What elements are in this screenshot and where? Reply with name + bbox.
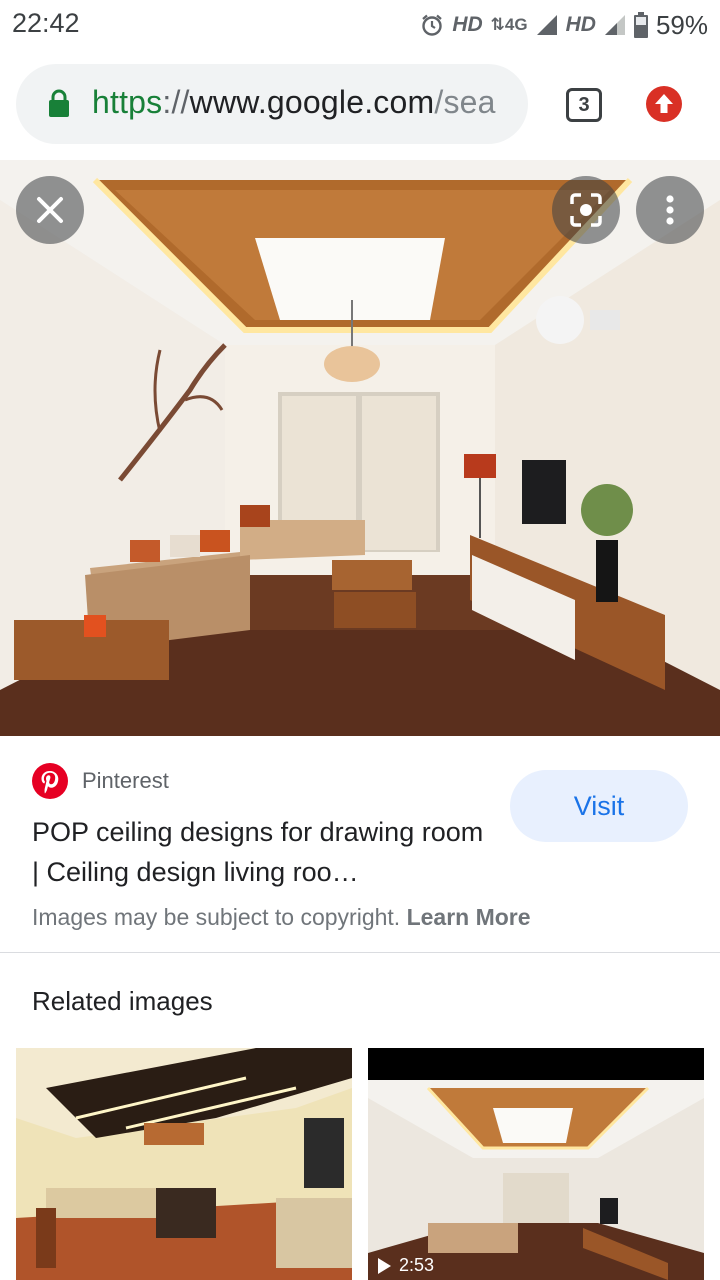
address-bar[interactable]: https://www.google.com/sea xyxy=(16,64,528,144)
preview-image[interactable] xyxy=(0,160,720,736)
signal-icon xyxy=(536,15,557,35)
related-image-1[interactable] xyxy=(16,1048,352,1280)
status-bar: 22:42 HD ⇅4G HD 59% xyxy=(0,0,720,50)
source-name: Pinterest xyxy=(82,768,169,793)
visit-button[interactable]: Visit xyxy=(510,770,688,842)
divider xyxy=(0,952,720,953)
alarm-icon xyxy=(422,14,443,36)
lens-search-button[interactable] xyxy=(552,176,620,244)
source-row[interactable]: Pinterest xyxy=(32,762,169,800)
update-button[interactable] xyxy=(646,86,682,122)
living-room-image xyxy=(0,160,720,736)
copyright-text: Images may be subject to copyright. xyxy=(32,904,401,930)
close-button[interactable] xyxy=(16,176,84,244)
lock-icon xyxy=(49,89,69,117)
related-video-1[interactable]: 2:53 xyxy=(368,1048,704,1280)
copyright-notice: Images may be subject to copyright. Lear… xyxy=(32,904,531,931)
network-type: ⇅4G xyxy=(490,15,528,34)
lens-icon xyxy=(570,193,602,227)
close-icon xyxy=(37,197,63,223)
more-options-button[interactable] xyxy=(636,176,704,244)
status-indicators: HD ⇅4G HD 59% xyxy=(420,8,708,42)
url-text[interactable]: https://www.google.com/sea xyxy=(92,84,496,121)
hd-label-1: HD xyxy=(452,13,483,36)
related-thumbnail-1 xyxy=(16,1048,352,1280)
battery-icon xyxy=(633,12,648,38)
arrow-up-icon xyxy=(655,94,673,113)
signal-weak-icon xyxy=(604,15,625,35)
video-duration-badge: 2:53 xyxy=(378,1255,434,1276)
result-title[interactable]: POP ceiling designs for drawing room | C… xyxy=(32,812,492,892)
learn-more-link[interactable]: Learn More xyxy=(407,904,531,930)
tab-switcher-button[interactable]: 3 xyxy=(566,88,602,122)
related-thumbnail-2 xyxy=(368,1048,704,1280)
status-time: 22:42 xyxy=(12,8,80,38)
pinterest-icon xyxy=(32,763,68,799)
related-images-heading: Related images xyxy=(32,986,213,1016)
hd-label-2: HD xyxy=(565,13,596,36)
more-vert-icon xyxy=(666,195,674,225)
video-duration: 2:53 xyxy=(399,1255,435,1275)
play-icon xyxy=(378,1257,391,1274)
battery-percent: 59% xyxy=(655,9,708,40)
